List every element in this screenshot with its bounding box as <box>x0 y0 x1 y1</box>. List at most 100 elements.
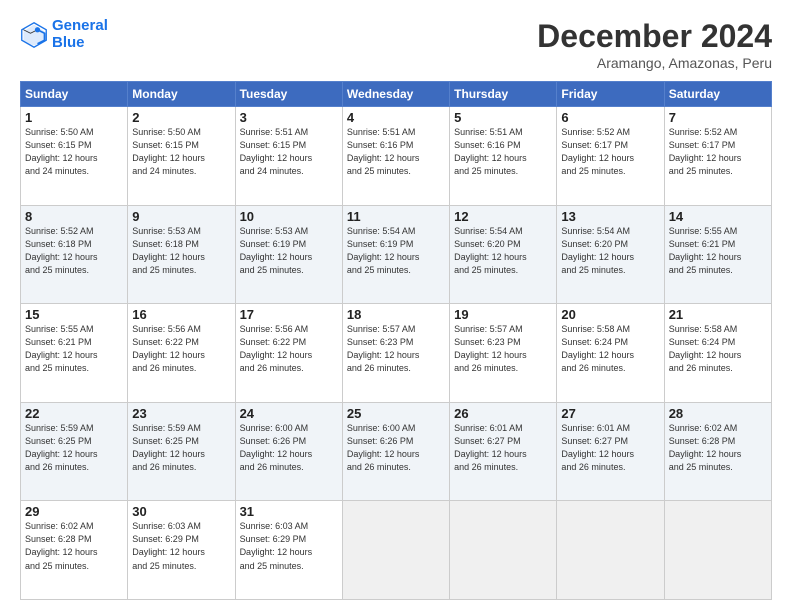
calendar-week-4: 22Sunrise: 5:59 AM Sunset: 6:25 PM Dayli… <box>21 402 772 501</box>
calendar-cell-28: 28Sunrise: 6:02 AM Sunset: 6:28 PM Dayli… <box>664 402 771 501</box>
day-number: 9 <box>132 209 230 224</box>
day-info: Sunrise: 5:59 AM Sunset: 6:25 PM Dayligh… <box>25 422 123 474</box>
day-info: Sunrise: 5:58 AM Sunset: 6:24 PM Dayligh… <box>669 323 767 375</box>
calendar-header-tuesday: Tuesday <box>235 82 342 107</box>
day-number: 12 <box>454 209 552 224</box>
day-info: Sunrise: 6:01 AM Sunset: 6:27 PM Dayligh… <box>561 422 659 474</box>
calendar-week-5: 29Sunrise: 6:02 AM Sunset: 6:28 PM Dayli… <box>21 501 772 600</box>
calendar-cell-16: 16Sunrise: 5:56 AM Sunset: 6:22 PM Dayli… <box>128 304 235 403</box>
day-info: Sunrise: 6:03 AM Sunset: 6:29 PM Dayligh… <box>132 520 230 572</box>
calendar-cell-empty-5 <box>557 501 664 600</box>
calendar-week-1: 1Sunrise: 5:50 AM Sunset: 6:15 PM Daylig… <box>21 107 772 206</box>
calendar-cell-12: 12Sunrise: 5:54 AM Sunset: 6:20 PM Dayli… <box>450 205 557 304</box>
day-number: 23 <box>132 406 230 421</box>
day-number: 18 <box>347 307 445 322</box>
day-number: 25 <box>347 406 445 421</box>
day-info: Sunrise: 5:59 AM Sunset: 6:25 PM Dayligh… <box>132 422 230 474</box>
logo-icon <box>20 21 48 49</box>
day-number: 19 <box>454 307 552 322</box>
page: General Blue December 2024 Aramango, Ama… <box>0 0 792 612</box>
calendar-cell-5: 5Sunrise: 5:51 AM Sunset: 6:16 PM Daylig… <box>450 107 557 206</box>
calendar-header-monday: Monday <box>128 82 235 107</box>
calendar-header-row: SundayMondayTuesdayWednesdayThursdayFrid… <box>21 82 772 107</box>
logo-blue: Blue <box>52 34 85 51</box>
day-info: Sunrise: 6:01 AM Sunset: 6:27 PM Dayligh… <box>454 422 552 474</box>
calendar-cell-9: 9Sunrise: 5:53 AM Sunset: 6:18 PM Daylig… <box>128 205 235 304</box>
calendar-cell-4: 4Sunrise: 5:51 AM Sunset: 6:16 PM Daylig… <box>342 107 449 206</box>
day-info: Sunrise: 5:51 AM Sunset: 6:16 PM Dayligh… <box>454 126 552 178</box>
day-number: 2 <box>132 110 230 125</box>
calendar-cell-22: 22Sunrise: 5:59 AM Sunset: 6:25 PM Dayli… <box>21 402 128 501</box>
day-info: Sunrise: 5:50 AM Sunset: 6:15 PM Dayligh… <box>132 126 230 178</box>
calendar-cell-1: 1Sunrise: 5:50 AM Sunset: 6:15 PM Daylig… <box>21 107 128 206</box>
calendar-cell-2: 2Sunrise: 5:50 AM Sunset: 6:15 PM Daylig… <box>128 107 235 206</box>
day-info: Sunrise: 5:51 AM Sunset: 6:15 PM Dayligh… <box>240 126 338 178</box>
day-info: Sunrise: 6:02 AM Sunset: 6:28 PM Dayligh… <box>669 422 767 474</box>
day-info: Sunrise: 5:52 AM Sunset: 6:18 PM Dayligh… <box>25 225 123 277</box>
day-number: 16 <box>132 307 230 322</box>
day-number: 27 <box>561 406 659 421</box>
day-number: 26 <box>454 406 552 421</box>
calendar-cell-17: 17Sunrise: 5:56 AM Sunset: 6:22 PM Dayli… <box>235 304 342 403</box>
day-number: 6 <box>561 110 659 125</box>
calendar-cell-21: 21Sunrise: 5:58 AM Sunset: 6:24 PM Dayli… <box>664 304 771 403</box>
calendar-cell-6: 6Sunrise: 5:52 AM Sunset: 6:17 PM Daylig… <box>557 107 664 206</box>
subtitle: Aramango, Amazonas, Peru <box>537 55 772 71</box>
day-number: 20 <box>561 307 659 322</box>
day-info: Sunrise: 6:00 AM Sunset: 6:26 PM Dayligh… <box>347 422 445 474</box>
calendar-cell-empty-3 <box>342 501 449 600</box>
calendar-header-friday: Friday <box>557 82 664 107</box>
calendar-cell-13: 13Sunrise: 5:54 AM Sunset: 6:20 PM Dayli… <box>557 205 664 304</box>
day-number: 28 <box>669 406 767 421</box>
day-number: 15 <box>25 307 123 322</box>
calendar-cell-empty-6 <box>664 501 771 600</box>
day-info: Sunrise: 5:56 AM Sunset: 6:22 PM Dayligh… <box>240 323 338 375</box>
day-number: 24 <box>240 406 338 421</box>
day-number: 14 <box>669 209 767 224</box>
calendar-cell-8: 8Sunrise: 5:52 AM Sunset: 6:18 PM Daylig… <box>21 205 128 304</box>
day-number: 5 <box>454 110 552 125</box>
calendar-cell-empty-4 <box>450 501 557 600</box>
calendar-cell-3: 3Sunrise: 5:51 AM Sunset: 6:15 PM Daylig… <box>235 107 342 206</box>
day-info: Sunrise: 6:02 AM Sunset: 6:28 PM Dayligh… <box>25 520 123 572</box>
day-number: 17 <box>240 307 338 322</box>
calendar-cell-31: 31Sunrise: 6:03 AM Sunset: 6:29 PM Dayli… <box>235 501 342 600</box>
calendar-cell-26: 26Sunrise: 6:01 AM Sunset: 6:27 PM Dayli… <box>450 402 557 501</box>
calendar-header-sunday: Sunday <box>21 82 128 107</box>
calendar-cell-24: 24Sunrise: 6:00 AM Sunset: 6:26 PM Dayli… <box>235 402 342 501</box>
day-info: Sunrise: 6:00 AM Sunset: 6:26 PM Dayligh… <box>240 422 338 474</box>
calendar-cell-27: 27Sunrise: 6:01 AM Sunset: 6:27 PM Dayli… <box>557 402 664 501</box>
calendar-table: SundayMondayTuesdayWednesdayThursdayFrid… <box>20 81 772 600</box>
calendar-cell-11: 11Sunrise: 5:54 AM Sunset: 6:19 PM Dayli… <box>342 205 449 304</box>
day-info: Sunrise: 5:53 AM Sunset: 6:18 PM Dayligh… <box>132 225 230 277</box>
calendar-cell-29: 29Sunrise: 6:02 AM Sunset: 6:28 PM Dayli… <box>21 501 128 600</box>
day-number: 30 <box>132 504 230 519</box>
day-info: Sunrise: 5:57 AM Sunset: 6:23 PM Dayligh… <box>347 323 445 375</box>
calendar-cell-25: 25Sunrise: 6:00 AM Sunset: 6:26 PM Dayli… <box>342 402 449 501</box>
calendar-week-3: 15Sunrise: 5:55 AM Sunset: 6:21 PM Dayli… <box>21 304 772 403</box>
day-info: Sunrise: 5:58 AM Sunset: 6:24 PM Dayligh… <box>561 323 659 375</box>
day-number: 10 <box>240 209 338 224</box>
calendar-cell-15: 15Sunrise: 5:55 AM Sunset: 6:21 PM Dayli… <box>21 304 128 403</box>
day-info: Sunrise: 5:55 AM Sunset: 6:21 PM Dayligh… <box>669 225 767 277</box>
calendar-cell-7: 7Sunrise: 5:52 AM Sunset: 6:17 PM Daylig… <box>664 107 771 206</box>
day-info: Sunrise: 5:53 AM Sunset: 6:19 PM Dayligh… <box>240 225 338 277</box>
calendar-week-2: 8Sunrise: 5:52 AM Sunset: 6:18 PM Daylig… <box>21 205 772 304</box>
day-number: 31 <box>240 504 338 519</box>
day-info: Sunrise: 5:52 AM Sunset: 6:17 PM Dayligh… <box>669 126 767 178</box>
header: General Blue December 2024 Aramango, Ama… <box>20 18 772 71</box>
logo: General Blue <box>20 18 108 51</box>
day-info: Sunrise: 5:54 AM Sunset: 6:20 PM Dayligh… <box>561 225 659 277</box>
title-block: December 2024 Aramango, Amazonas, Peru <box>537 18 772 71</box>
day-info: Sunrise: 5:56 AM Sunset: 6:22 PM Dayligh… <box>132 323 230 375</box>
day-info: Sunrise: 5:52 AM Sunset: 6:17 PM Dayligh… <box>561 126 659 178</box>
calendar-header-wednesday: Wednesday <box>342 82 449 107</box>
calendar-cell-30: 30Sunrise: 6:03 AM Sunset: 6:29 PM Dayli… <box>128 501 235 600</box>
day-info: Sunrise: 5:55 AM Sunset: 6:21 PM Dayligh… <box>25 323 123 375</box>
logo-general: General <box>52 17 108 34</box>
calendar-cell-19: 19Sunrise: 5:57 AM Sunset: 6:23 PM Dayli… <box>450 304 557 403</box>
day-number: 3 <box>240 110 338 125</box>
calendar-header-thursday: Thursday <box>450 82 557 107</box>
day-info: Sunrise: 5:54 AM Sunset: 6:20 PM Dayligh… <box>454 225 552 277</box>
day-info: Sunrise: 6:03 AM Sunset: 6:29 PM Dayligh… <box>240 520 338 572</box>
